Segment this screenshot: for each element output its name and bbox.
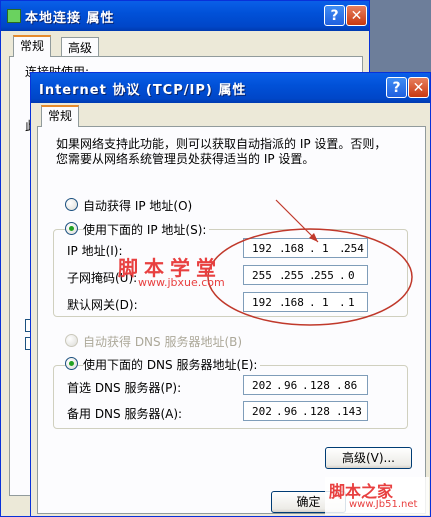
corner-watermark-url: www.Jb51.net (349, 499, 418, 510)
tab-general[interactable]: 常规 (13, 35, 52, 57)
corner-watermark: 脚本之家 www.Jb51.net (325, 477, 429, 515)
watermark-url: www.jbxue.com (138, 276, 225, 289)
highlight-ellipse (207, 228, 413, 326)
tab-general[interactable]: 常规 (41, 105, 80, 127)
